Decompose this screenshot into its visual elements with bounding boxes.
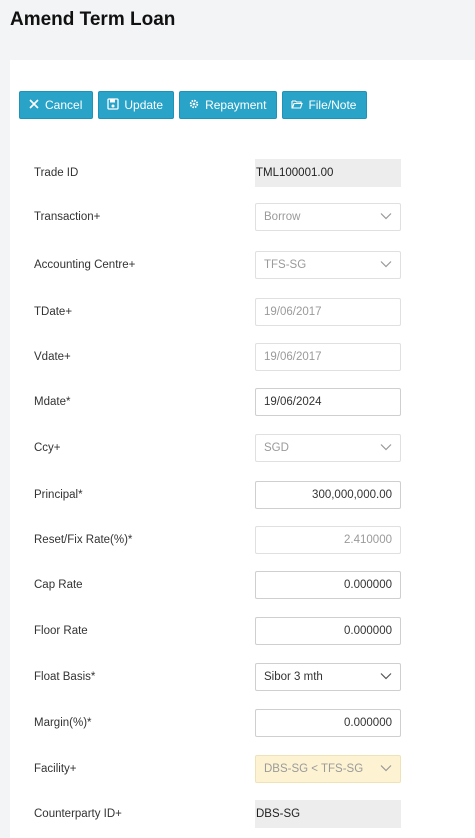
margin-label: Margin(%)* — [34, 717, 92, 729]
row-accounting-centre: Accounting Centre+ TFS-SG — [10, 250, 475, 280]
transaction-select[interactable]: Borrow — [255, 203, 401, 231]
row-floor-rate: Floor Rate 0.000000 — [10, 616, 475, 646]
row-counterparty-id: Counterparty ID+ DBS-SG — [10, 799, 475, 829]
row-mdate: Mdate* 19/06/2024 — [10, 387, 475, 417]
counterparty-id-value: DBS-SG — [255, 800, 401, 828]
folder-open-icon — [291, 98, 304, 113]
update-button-label: Update — [124, 98, 164, 112]
trade-id-label: Trade ID — [34, 167, 79, 179]
facility-label: Facility+ — [34, 763, 77, 775]
row-ccy: Ccy+ SGD — [10, 433, 475, 463]
row-reset-fix-rate: Reset/Fix Rate(%)* 2.410000 — [10, 525, 475, 555]
transaction-value: Borrow — [264, 211, 301, 223]
float-basis-select[interactable]: Sibor 3 mth — [255, 663, 401, 691]
reset-fix-rate-input[interactable]: 2.410000 — [255, 526, 401, 554]
update-button[interactable]: Update — [98, 91, 175, 119]
close-icon — [28, 98, 40, 113]
repayment-button-label: Repayment — [205, 98, 267, 112]
cancel-button-label: Cancel — [45, 98, 83, 112]
cap-rate-input[interactable]: 0.000000 — [255, 571, 401, 599]
chevron-down-icon — [380, 259, 392, 271]
transaction-label: Transaction+ — [34, 211, 101, 223]
mdate-input[interactable]: 19/06/2024 — [255, 388, 401, 416]
row-tdate: TDate+ 19/06/2017 — [10, 297, 475, 327]
page-title: Amend Term Loan — [10, 9, 176, 30]
cancel-button[interactable]: Cancel — [19, 91, 94, 119]
trade-id-value: TML100001.00 — [255, 159, 401, 187]
chevron-down-icon — [380, 763, 392, 775]
principal-label: Principal* — [34, 489, 83, 501]
chevron-down-icon — [380, 671, 392, 683]
accounting-centre-select[interactable]: TFS-SG — [255, 251, 401, 279]
chevron-down-icon — [380, 211, 392, 223]
row-transaction: Transaction+ Borrow — [10, 202, 475, 232]
floor-rate-input[interactable]: 0.000000 — [255, 617, 401, 645]
ccy-select[interactable]: SGD — [255, 434, 401, 462]
float-basis-label: Float Basis* — [34, 671, 96, 683]
principal-input[interactable]: 300,000,000.00 — [255, 481, 401, 509]
row-float-basis: Float Basis* Sibor 3 mth — [10, 662, 475, 692]
float-basis-value: Sibor 3 mth — [264, 671, 323, 683]
mdate-label: Mdate* — [34, 396, 71, 408]
counterparty-id-label: Counterparty ID+ — [34, 808, 122, 820]
gear-icon — [188, 98, 200, 113]
form-panel: Cancel Update Repayment File/Note Trade … — [10, 60, 475, 838]
accounting-centre-label: Accounting Centre+ — [34, 259, 136, 271]
floor-rate-label: Floor Rate — [34, 625, 88, 637]
row-principal: Principal* 300,000,000.00 — [10, 480, 475, 510]
save-icon — [107, 97, 120, 113]
row-facility: Facility+ DBS-SG < TFS-SG — [10, 754, 475, 784]
row-vdate: Vdate+ 19/06/2017 — [10, 342, 475, 372]
chevron-down-icon — [380, 442, 392, 454]
repayment-button[interactable]: Repayment — [179, 91, 278, 119]
facility-value: DBS-SG < TFS-SG — [264, 763, 364, 775]
tdate-input[interactable]: 19/06/2017 — [255, 298, 401, 326]
file-note-button[interactable]: File/Note — [282, 91, 368, 119]
vdate-input[interactable]: 19/06/2017 — [255, 343, 401, 371]
margin-input[interactable]: 0.000000 — [255, 709, 401, 737]
row-trade-id: Trade ID TML100001.00 — [10, 158, 475, 188]
file-note-button-label: File/Note — [308, 98, 357, 112]
row-cap-rate: Cap Rate 0.000000 — [10, 570, 475, 600]
toolbar: Cancel Update Repayment File/Note — [19, 91, 368, 119]
ccy-value: SGD — [264, 442, 289, 454]
reset-fix-rate-label: Reset/Fix Rate(%)* — [34, 534, 133, 546]
ccy-label: Ccy+ — [34, 442, 61, 454]
accounting-centre-value: TFS-SG — [264, 259, 307, 271]
cap-rate-label: Cap Rate — [34, 579, 83, 591]
vdate-label: Vdate+ — [34, 351, 71, 363]
row-margin: Margin(%)* 0.000000 — [10, 708, 475, 738]
facility-select[interactable]: DBS-SG < TFS-SG — [255, 755, 401, 783]
tdate-label: TDate+ — [34, 306, 73, 318]
